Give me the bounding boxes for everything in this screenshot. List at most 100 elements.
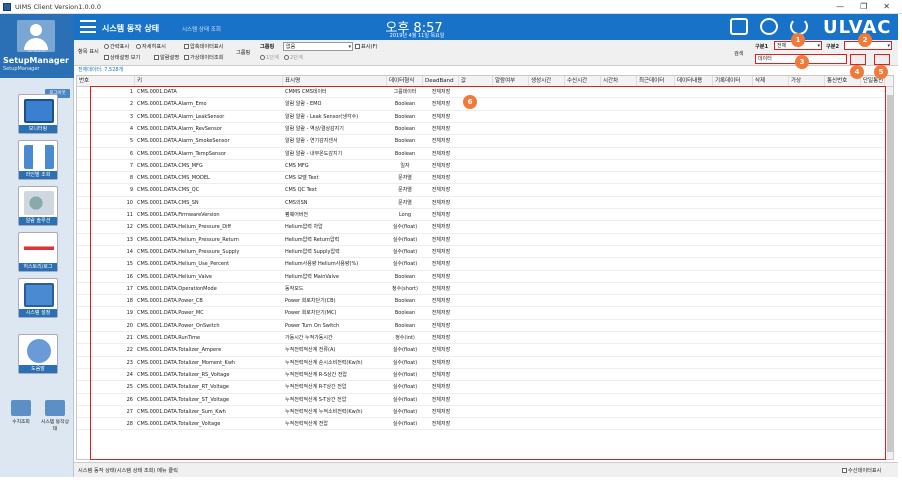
nav-label: 모니터링 bbox=[19, 125, 57, 133]
chk-status-view[interactable]: 상태설명 보기 bbox=[104, 54, 140, 61]
nav-system-settings[interactable]: 시스템 설정 bbox=[18, 278, 58, 318]
table-row[interactable]: 5 CMS.0001.DATA.Alarm_SmokeSensor 알람 알람 - … bbox=[77, 136, 885, 148]
nav-line-view[interactable]: 라인별 조회 bbox=[18, 140, 58, 180]
opt-detail[interactable]: 자세히표시 bbox=[136, 43, 166, 50]
search-button[interactable] bbox=[850, 54, 866, 65]
table-row[interactable]: 15 CMS.0001.DATA.Helium_Use_Percent Helium… bbox=[77, 259, 885, 271]
nav-label: 히스토리/로그 bbox=[19, 263, 57, 271]
table-cell: 실수(float) bbox=[392, 371, 418, 378]
table-row[interactable]: 14 CMS.0001.DATA.Helium_Pressure_Supply He… bbox=[77, 247, 885, 259]
network-icon bbox=[24, 145, 54, 169]
table-row[interactable]: 10 CMS.0001.DATA.CMS_SN CMS의SN 문자열 전체저장 bbox=[77, 198, 885, 210]
table-row[interactable]: 27 CMS.0001.DATA.Totalizer_Sum_Kwh 누적전력적산계… bbox=[77, 407, 885, 419]
chk-show[interactable]: 표시(F) bbox=[355, 43, 378, 50]
minimize-button[interactable]: — bbox=[836, 2, 844, 11]
table-cell: 전체저장 bbox=[431, 125, 451, 132]
col-header[interactable]: 알람여부 bbox=[493, 76, 529, 87]
table-row[interactable]: 13 CMS.0001.DATA.Helium_Pressure_Return He… bbox=[77, 235, 885, 246]
col-header[interactable]: 수신시간 bbox=[565, 76, 601, 87]
table-row[interactable]: 1 CMS.0001.DATA CMMS CMS데이터 그룹데이터 전체저장 bbox=[77, 87, 885, 99]
col-header[interactable]: 가상 bbox=[789, 76, 825, 87]
table-cell: CMS.0001.DATA.CMS_QC bbox=[137, 187, 200, 194]
nav-value-view[interactable]: 수치조회 bbox=[6, 398, 36, 430]
nav-help[interactable]: 도움말 bbox=[18, 334, 58, 374]
nav-alarm-solution[interactable]: 알람 솔루션 bbox=[18, 186, 58, 226]
table-row[interactable]: 2 CMS.0001.DATA.Alarm_Emo 알람 알람 - EMO Boole… bbox=[77, 99, 885, 111]
col-header[interactable]: 생성시간 bbox=[529, 76, 565, 87]
chk-virtual[interactable]: 가상데이터조회 bbox=[184, 54, 223, 61]
table-row[interactable]: 3 CMS.0001.DATA.Alarm_LeakSensor 알람 알람 - L… bbox=[77, 112, 885, 123]
col-header[interactable]: 표시명 bbox=[283, 76, 387, 87]
table-row[interactable]: 26 CMS.0001.DATA.Totalizer_ST_Voltage 누적전력… bbox=[77, 395, 885, 406]
col-header[interactable]: DeadBand bbox=[423, 76, 459, 87]
table-row[interactable]: 21 CMS.0001.DATA.RunTime 가동시간 누적가동시간 정수(int… bbox=[77, 333, 885, 345]
table-cell: Power 회로차단기(MC) bbox=[285, 310, 337, 317]
table-cell: 10 bbox=[126, 199, 133, 206]
table-cell: 실수(float) bbox=[392, 236, 418, 243]
table-row[interactable]: 24 CMS.0001.DATA.Totalizer_RS_Voltage 누적전력… bbox=[77, 370, 885, 382]
col-header[interactable]: 기록데이터 bbox=[713, 76, 753, 87]
opt-level2[interactable]: 2단계 bbox=[284, 54, 303, 61]
close-button[interactable]: ✕ bbox=[883, 2, 890, 11]
col-header[interactable]: 시간차 bbox=[601, 76, 637, 87]
col-header[interactable]: 값 bbox=[459, 76, 493, 87]
table-row[interactable]: 6 CMS.0001.DATA.Alarm_TempSensor 알람 알람 - 내… bbox=[77, 149, 885, 160]
auto-refresh-checkbox[interactable]: 수신데이터표시 bbox=[842, 467, 881, 474]
table-row[interactable]: 9 CMS.0001.DATA.CMS_QC CMS QC Text 문자열 전체저장 bbox=[77, 185, 885, 197]
opt-level1[interactable]: 1단계 bbox=[260, 54, 279, 61]
status-message: 시스템 동작 상태(시스템 상태 조회) 메뉴 클릭 bbox=[78, 468, 178, 474]
table-cell: 알람 알람 - 연기감지센서 bbox=[285, 138, 338, 145]
table-cell: 전체저장 bbox=[431, 408, 451, 415]
table-cell: Boolean bbox=[394, 322, 416, 329]
col-header[interactable]: 데이터내용 bbox=[675, 76, 713, 87]
nav-system-status[interactable]: 시스템 동작상태 bbox=[40, 398, 70, 432]
menu-icon[interactable] bbox=[80, 20, 96, 33]
col-header[interactable]: 최근데이터 bbox=[637, 76, 675, 87]
table-cell: CMS.0001.DATA.Helium_Pressure_Return bbox=[137, 236, 239, 243]
table-row[interactable]: 4 CMS.0001.DATA.Alarm_RevSensor 알람 알람 - 역상… bbox=[77, 124, 885, 136]
table-row[interactable]: 19 CMS.0001.DATA.Power_MC Power 회로차단기(MC) B… bbox=[77, 308, 885, 320]
table-cell: Power Turn On Switch bbox=[285, 322, 340, 329]
table-row[interactable]: 18 CMS.0001.DATA.Power_CB Power 회로차단기(CB) B… bbox=[77, 296, 885, 308]
table-icon bbox=[11, 400, 31, 416]
settings-button[interactable] bbox=[874, 54, 890, 65]
table-cell: 누적전력적산계 S-T상간 전압 bbox=[285, 396, 347, 403]
table-row[interactable]: 16 CMS.0001.DATA.Helium_Valve Helium압력 Mai… bbox=[77, 272, 885, 283]
table-row[interactable]: 28 CMS.0001.DATA.Totalizer_Voltage 누적전력적산계… bbox=[77, 419, 885, 431]
table-cell: 15 bbox=[126, 261, 133, 268]
col-header[interactable]: 데이터형식 bbox=[387, 76, 423, 87]
table-cell: 7 bbox=[129, 162, 133, 169]
chk-alarm[interactable]: 알람설명 bbox=[154, 54, 179, 61]
table-row[interactable]: 25 CMS.0001.DATA.Totalizer_RT_Voltage 누적전력… bbox=[77, 382, 885, 394]
col-header[interactable]: 삭제 bbox=[753, 76, 789, 87]
table-cell: 그룹데이터 bbox=[393, 89, 417, 95]
table-cell: CMS.0001.DATA.Alarm_TempSensor bbox=[137, 150, 226, 157]
table-cell: CMS.0001.DATA.Alarm_Emo bbox=[137, 101, 207, 108]
table-cell: Power 회로차단기(CB) bbox=[285, 298, 336, 305]
table-row[interactable]: 11 CMS.0001.DATA.FirmwareVersion 펌웨어버전 Long… bbox=[77, 210, 885, 222]
col-header[interactable]: 키 bbox=[135, 76, 283, 87]
annotation-badge: 5 bbox=[874, 65, 888, 79]
opt-brief[interactable]: 간략표시 bbox=[104, 43, 129, 50]
col-header[interactable]: 번호 bbox=[77, 76, 135, 87]
display-icon[interactable] bbox=[730, 18, 748, 35]
table-row[interactable]: 23 CMS.0001.DATA.Totalizer_Moment_Kwh 누적전력… bbox=[77, 358, 885, 369]
nav-monitoring[interactable]: 모니터링 bbox=[18, 94, 58, 134]
maximize-button[interactable]: ❐ bbox=[860, 2, 867, 11]
chk-compress[interactable]: 압축데이터표시 bbox=[184, 43, 223, 50]
table-cell: 전체저장 bbox=[431, 199, 451, 206]
table-row[interactable]: 17 CMS.0001.DATA.OperationMode 동작모드 정수(shor… bbox=[77, 284, 885, 296]
table-row[interactable]: 7 CMS.0001.DATA.CMS_MFG CMS MFG 일자 전체저장 bbox=[77, 161, 885, 173]
table-cell: 24 bbox=[126, 371, 133, 378]
group-select[interactable]: 없음 ▾ bbox=[283, 42, 353, 51]
table-row[interactable]: 20 CMS.0001.DATA.Power_OnSwitch Power Turn… bbox=[77, 321, 885, 333]
table-cell: 알람 알람 - EMO bbox=[285, 101, 322, 108]
vertical-scrollbar[interactable] bbox=[885, 87, 893, 459]
table-row[interactable]: 12 CMS.0001.DATA.Helium_Pressure_Diff Heli… bbox=[77, 222, 885, 234]
nav-history-log[interactable]: 히스토리/로그 bbox=[18, 232, 58, 272]
table-row[interactable]: 22 CMS.0001.DATA.Totalizer_Ampere 누적전력적산계 … bbox=[77, 345, 885, 357]
table-cell: CMS.0001.DATA.Alarm_SmokeSensor bbox=[137, 138, 230, 145]
table-row[interactable]: 8 CMS.0001.DATA.CMS_MODEL CMS 모델 Text 문자열 전체… bbox=[77, 173, 885, 185]
table-cell: 26 bbox=[126, 396, 133, 403]
gear-icon[interactable] bbox=[760, 18, 778, 35]
